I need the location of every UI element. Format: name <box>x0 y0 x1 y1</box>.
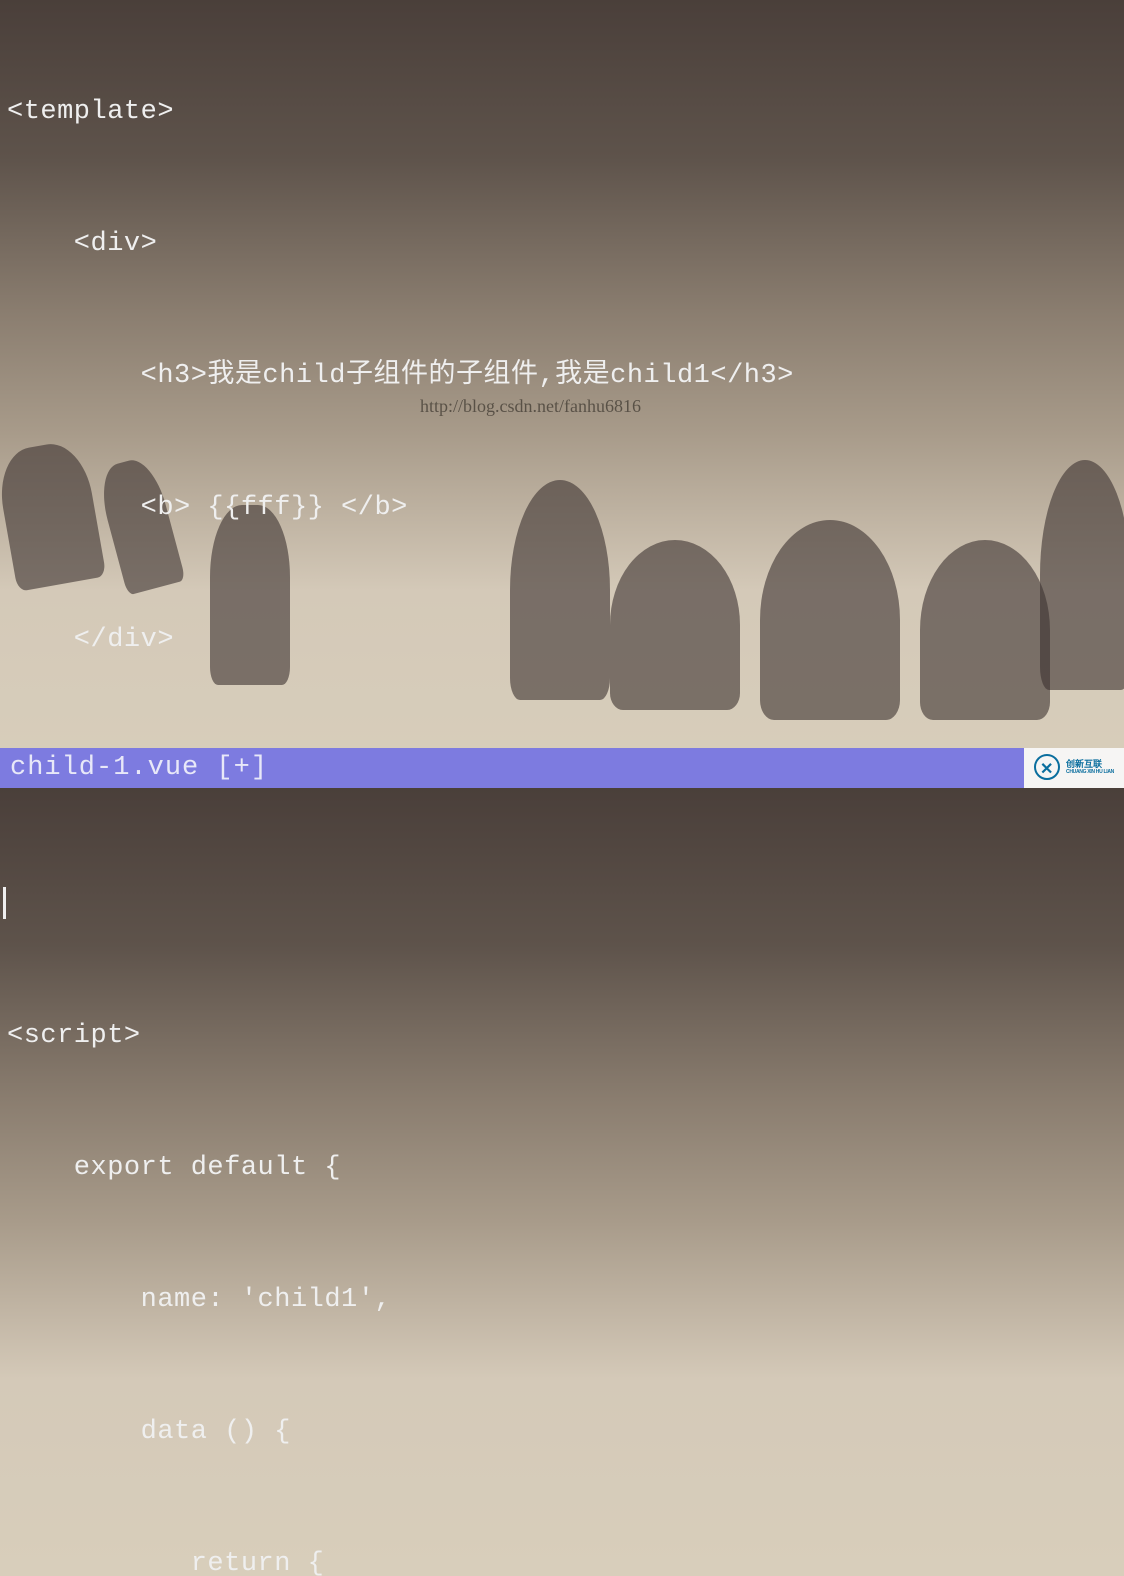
code-line: <h3>我是child子组件的子组件,我是child1</h3> <box>7 354 1124 398</box>
cursor-icon <box>3 887 6 919</box>
code-line: name: 'child1', <box>7 1278 1124 1322</box>
logo-icon: ✕ <box>1034 754 1062 782</box>
code-editor[interactable]: <template> <div> <h3>我是child子组件的子组件,我是ch… <box>7 2 1124 1576</box>
code-line: return { <box>7 1542 1124 1576</box>
filename-label: child-1.vue [+] <box>10 753 268 783</box>
status-bar: child-1.vue [+] <box>0 748 1024 788</box>
code-line: <script> <box>7 1014 1124 1058</box>
code-line: <b> {{fff}} </b> <box>7 486 1124 530</box>
code-line: </div> <box>7 618 1124 662</box>
logo-text: 创新互联 CHUANG XIN HU LIAN <box>1066 760 1114 775</box>
code-line: export default { <box>7 1146 1124 1190</box>
code-line: <template> <box>7 90 1124 134</box>
code-line: data () { <box>7 1410 1124 1454</box>
watermark-text: http://blog.csdn.net/fanhu6816 <box>420 396 641 417</box>
code-line: <div> <box>7 222 1124 266</box>
code-line <box>7 882 1124 926</box>
logo-badge: ✕ 创新互联 CHUANG XIN HU LIAN <box>1024 748 1124 788</box>
